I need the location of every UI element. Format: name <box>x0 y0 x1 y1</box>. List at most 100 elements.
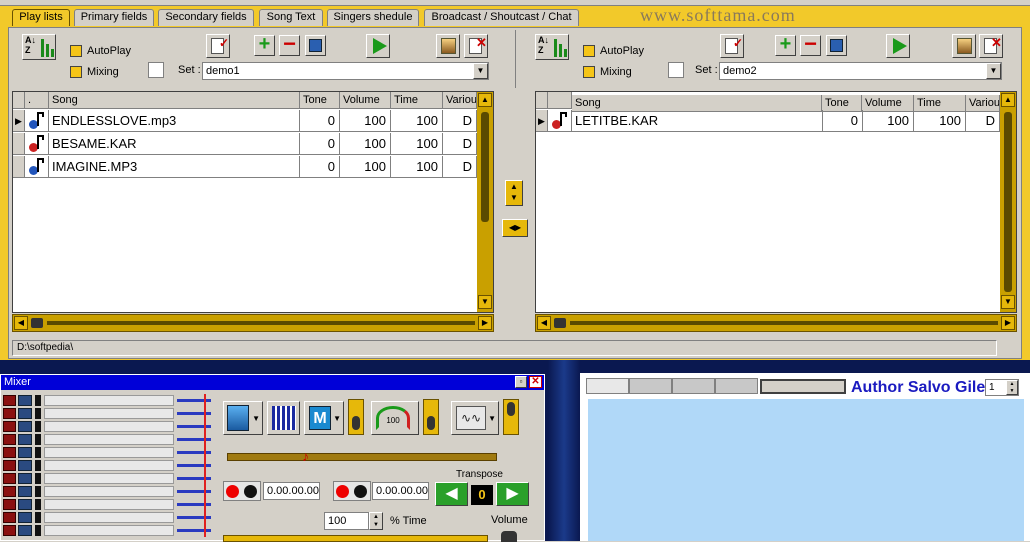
solo-icon[interactable] <box>18 499 32 510</box>
solo-icon[interactable] <box>18 525 32 536</box>
row-indicator[interactable]: ▶ <box>13 110 25 132</box>
table-row[interactable]: ▶ LETITBE.KAR 0 100 100 D <box>536 110 1000 133</box>
mute-icon[interactable] <box>3 460 16 471</box>
cell-song[interactable]: BESAME.KAR <box>49 133 300 155</box>
channel-name-field[interactable] <box>44 525 174 536</box>
cell-volume[interactable]: 100 <box>340 156 391 178</box>
table-row[interactable]: IMAGINE.MP3 0 100 100 D <box>13 156 477 179</box>
time-percent-spinner[interactable]: ▲ ▼ <box>369 512 383 530</box>
mute-icon[interactable] <box>3 512 16 523</box>
slider-2[interactable] <box>423 399 439 435</box>
edit-list-button-right[interactable]: ✓ <box>720 34 744 58</box>
channel-name-field[interactable] <box>44 460 174 471</box>
mute-icon[interactable] <box>3 395 16 406</box>
properties-button[interactable] <box>436 34 460 58</box>
play-button[interactable] <box>366 34 390 58</box>
cell-volume[interactable]: 100 <box>340 133 391 155</box>
solo-icon[interactable] <box>18 460 32 471</box>
scroll-right-icon[interactable]: ▶ <box>478 316 492 330</box>
transpose-up-button[interactable]: ▶ <box>496 482 529 506</box>
cell-song[interactable]: ENDLESSLOVE.mp3 <box>49 110 300 132</box>
add-song-button-right[interactable]: + <box>775 34 796 56</box>
note-marker-icon[interactable]: ♪ <box>302 448 309 464</box>
mixer-channel[interactable] <box>1 459 216 472</box>
mixer-channel[interactable] <box>1 511 216 524</box>
viewer-tab-1[interactable] <box>586 378 629 394</box>
channel-name-field[interactable] <box>44 486 174 497</box>
solo-icon[interactable] <box>18 408 32 419</box>
right-hscroll[interactable]: ◀ ▶ <box>535 314 1017 332</box>
cell-volume[interactable]: 100 <box>863 110 914 132</box>
cell-various[interactable]: D <box>966 110 1000 132</box>
chevron-down-icon[interactable]: ▼ <box>986 63 1001 79</box>
left-hscroll[interactable]: ◀ ▶ <box>12 314 494 332</box>
midi-button[interactable]: M ▼ <box>304 401 344 435</box>
clear-list-button-right[interactable]: ✕ <box>979 34 1003 58</box>
close-icon[interactable]: ✕ <box>529 376 542 388</box>
row-indicator[interactable]: ▶ <box>536 110 548 132</box>
time-percent-input[interactable]: 100 <box>324 512 369 530</box>
mixer-channel[interactable] <box>1 472 216 485</box>
scroll-right-icon[interactable]: ▶ <box>1001 316 1015 330</box>
solo-icon[interactable] <box>18 447 32 458</box>
play-button-right[interactable] <box>886 34 910 58</box>
mute-icon[interactable] <box>3 408 16 419</box>
cell-volume[interactable]: 100 <box>340 110 391 132</box>
cell-tone[interactable]: 0 <box>300 110 340 132</box>
channel-name-field[interactable] <box>44 395 174 406</box>
channel-name-field[interactable] <box>44 512 174 523</box>
right-playlist-grid[interactable]: Song Tone Volume Time Various ▶LETITBE.K… <box>535 91 1017 313</box>
left-vscroll[interactable]: ▲ ▼ <box>477 92 493 312</box>
set-select[interactable]: demo1 ▼ <box>202 62 489 80</box>
save-button[interactable] <box>305 35 326 56</box>
slider-1[interactable] <box>348 399 364 435</box>
option-checkbox[interactable] <box>148 62 164 78</box>
move-up-down-button[interactable]: ▲ ▼ <box>505 180 523 206</box>
hscroll-thumb[interactable] <box>31 318 43 328</box>
rec-play-left[interactable] <box>223 481 261 501</box>
mixer-channel[interactable] <box>1 498 216 511</box>
channel-name-field[interactable] <box>44 421 174 432</box>
mute-icon[interactable] <box>3 499 16 510</box>
channel-name-field[interactable] <box>44 447 174 458</box>
mixer-channel[interactable] <box>1 420 216 433</box>
channel-name-field[interactable] <box>44 434 174 445</box>
tab-play-lists[interactable]: Play lists <box>12 9 70 26</box>
tab-secondary-fields[interactable]: Secondary fields <box>158 9 254 26</box>
cell-tone[interactable]: 0 <box>300 133 340 155</box>
tab-primary-fields[interactable]: Primary fields <box>74 9 154 26</box>
col-header-dot[interactable]: . <box>25 92 49 109</box>
channel-name-field[interactable] <box>44 408 174 419</box>
wave-button[interactable]: ∿∿ ▼ <box>451 401 499 435</box>
cell-time[interactable]: 100 <box>391 133 443 155</box>
remove-song-button-right[interactable]: − <box>800 33 821 56</box>
table-row[interactable]: ▶ ENDLESSLOVE.mp3 0 100 100 D <box>13 110 477 133</box>
restore-icon[interactable]: ▫ <box>515 376 527 388</box>
left-playlist-grid[interactable]: . Song Tone Volume Time Various ▶ ENDLESS… <box>12 91 494 313</box>
cell-time[interactable]: 100 <box>391 156 443 178</box>
col-header-tone[interactable]: Tone <box>300 92 340 109</box>
tab-singers-shedule[interactable]: Singers shedule <box>327 9 419 26</box>
save-button-right[interactable] <box>826 35 847 56</box>
col-header-dot[interactable] <box>548 92 572 109</box>
mute-icon[interactable] <box>3 447 16 458</box>
scroll-thumb[interactable] <box>481 112 489 222</box>
transfer-button[interactable]: ◀▶ <box>502 219 528 237</box>
properties-button-right[interactable] <box>952 34 976 58</box>
remove-song-button[interactable]: − <box>279 33 300 56</box>
solo-icon[interactable] <box>18 473 32 484</box>
col-header-various[interactable]: Various <box>443 92 477 109</box>
solo-icon[interactable] <box>18 434 32 445</box>
row-indicator[interactable] <box>13 133 25 155</box>
time-field-1[interactable]: 0.00.00.00 <box>263 482 320 500</box>
slider-3[interactable] <box>503 399 519 435</box>
mixing-checkbox[interactable] <box>70 66 82 78</box>
chevron-down-icon[interactable]: ▼ <box>473 63 488 79</box>
cell-tone[interactable]: 0 <box>300 156 340 178</box>
rec-play-right[interactable] <box>333 481 371 501</box>
scroll-down-icon[interactable]: ▼ <box>1001 295 1015 309</box>
equalizer-button[interactable] <box>267 401 300 435</box>
scroll-left-icon[interactable]: ◀ <box>14 316 28 330</box>
mute-icon[interactable] <box>3 473 16 484</box>
sort-az-button-right[interactable]: A↓ Z <box>535 34 569 60</box>
